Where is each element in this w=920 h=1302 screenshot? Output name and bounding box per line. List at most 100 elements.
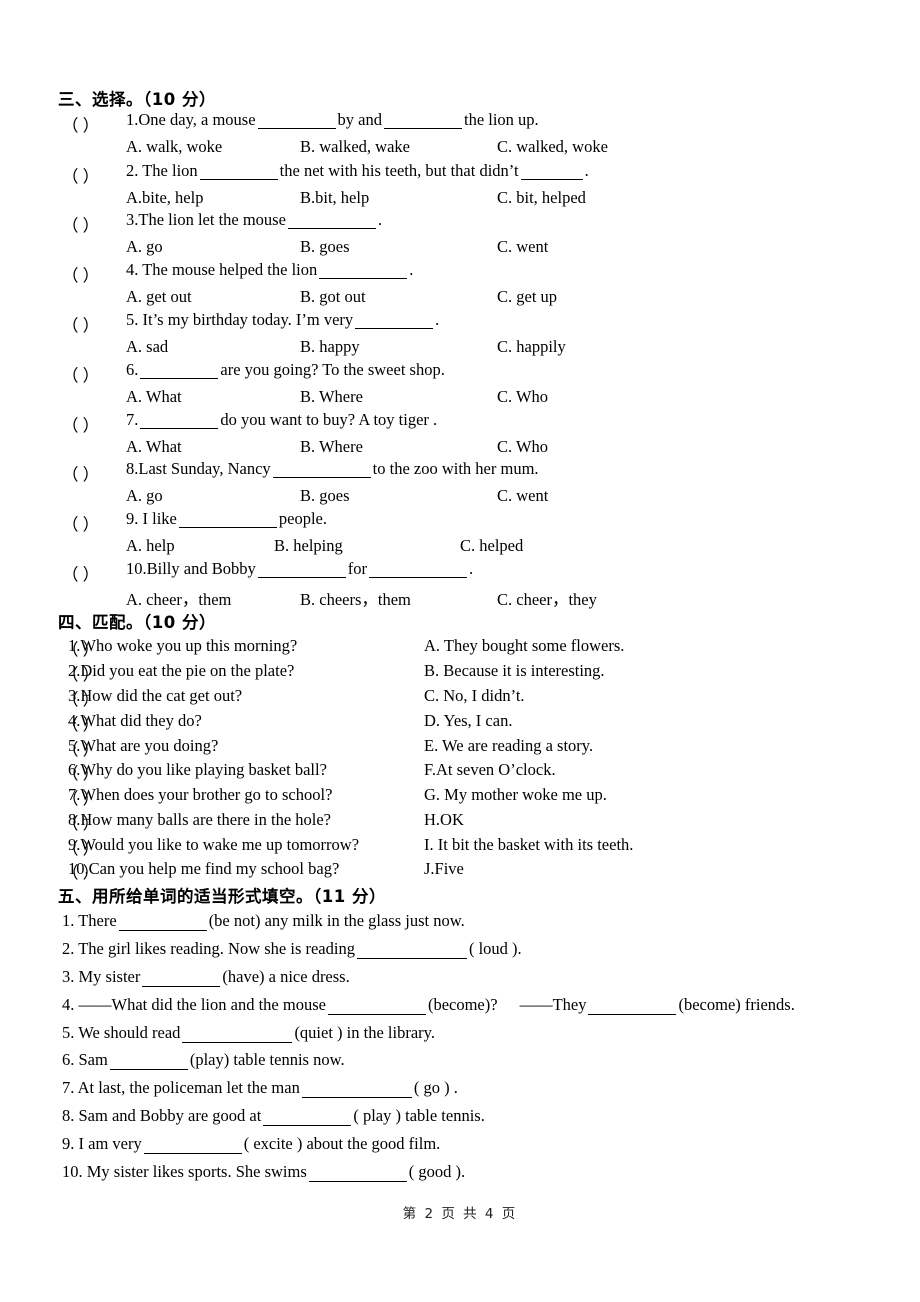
match-answer[interactable]: E. We are reading a story. xyxy=(424,736,593,756)
option-c[interactable]: C. went xyxy=(497,486,548,506)
option-a[interactable]: A. cheer，them xyxy=(126,586,231,610)
match-answer[interactable]: G. My mother woke me up. xyxy=(424,785,607,805)
blank[interactable] xyxy=(588,998,677,1015)
blank[interactable] xyxy=(383,112,462,129)
stem-post: to the zoo with her mum. xyxy=(372,459,539,479)
match-question: 5.What are you doing? xyxy=(68,736,219,755)
fill-post: ( loud ). xyxy=(468,939,522,958)
fill-item: 1. There (be not) any milk in the glass j… xyxy=(62,911,465,931)
stem-pre: 5. It’s my birthday today. I’m very xyxy=(126,310,354,330)
fill-item: 3. My sister (have) a nice dress. xyxy=(62,967,350,987)
option-b[interactable]: B. walked, wake xyxy=(300,137,410,157)
option-c[interactable]: C. happily xyxy=(497,337,566,357)
fill-item: 4. ——What did the lion and the mouse (bec… xyxy=(62,995,795,1015)
option-c[interactable]: C. went xyxy=(497,237,548,257)
match-answer[interactable]: D. Yes, I can. xyxy=(424,711,512,731)
stem-pre: 6. xyxy=(126,360,139,380)
match-answer[interactable]: I. It bit the basket with its teeth. xyxy=(424,835,633,855)
blank[interactable] xyxy=(143,1137,242,1154)
option-a[interactable]: A. get out xyxy=(126,287,192,307)
option-b[interactable]: B. happy xyxy=(300,337,360,357)
answer-bracket[interactable]: （ ） xyxy=(62,312,99,336)
fill-post: ( go ) . xyxy=(413,1078,458,1097)
blank[interactable] xyxy=(118,914,207,931)
fill-post: (have) a nice dress. xyxy=(222,967,350,986)
answer-bracket[interactable]: （ ） xyxy=(62,163,99,187)
question-stem: 9. I like people. xyxy=(126,510,327,528)
blank[interactable] xyxy=(199,163,278,180)
fill-pre: 8. Sam and Bobby are good at xyxy=(62,1106,262,1125)
option-a[interactable]: A. What xyxy=(126,437,182,457)
stem-post: . xyxy=(584,161,589,181)
blank[interactable] xyxy=(355,312,434,329)
answer-bracket[interactable]: （ ） xyxy=(62,412,99,436)
option-b[interactable]: B.bit, help xyxy=(300,188,369,208)
option-b[interactable]: B. goes xyxy=(300,486,350,506)
stem-pre: 1.One day, a mouse xyxy=(126,110,256,130)
option-a[interactable]: A.bite, help xyxy=(126,188,203,208)
option-c[interactable]: C. get up xyxy=(497,287,557,307)
blank[interactable] xyxy=(520,163,583,180)
blank[interactable] xyxy=(327,998,426,1015)
blank[interactable] xyxy=(319,262,408,279)
blank[interactable] xyxy=(257,112,336,129)
answer-bracket[interactable]: （ ） xyxy=(62,461,99,485)
answer-bracket[interactable]: （ ） xyxy=(62,561,99,585)
match-answer[interactable]: B. Because it is interesting. xyxy=(424,661,605,681)
answer-bracket[interactable]: （ ） xyxy=(62,511,99,535)
match-answer[interactable]: H.OK xyxy=(424,810,464,830)
match-answer[interactable]: A. They bought some flowers. xyxy=(424,636,624,656)
option-a[interactable]: A. What xyxy=(126,387,182,407)
match-question: 3.How did the cat get out? xyxy=(68,686,243,705)
option-b[interactable]: B. Where xyxy=(300,387,363,407)
fill-post: (play) table tennis now. xyxy=(189,1050,345,1069)
match-answer[interactable]: J.Five xyxy=(424,859,464,879)
option-a[interactable]: A. walk, woke xyxy=(126,137,222,157)
question-stem: 5. It’s my birthday today. I’m very. xyxy=(126,310,439,330)
option-a[interactable]: A. help xyxy=(126,536,175,556)
fill-pre: 3. My sister xyxy=(62,967,141,986)
fill-pre: 1. There xyxy=(62,911,117,930)
question-stem: 1.One day, a mouse by and the lion up. xyxy=(126,110,539,130)
blank[interactable] xyxy=(308,1165,407,1182)
blank[interactable] xyxy=(140,362,219,379)
answer-bracket[interactable]: （ ） xyxy=(62,112,99,136)
question-stem: 6. are you going? To the sweet shop. xyxy=(126,360,445,380)
option-c[interactable]: C. helped xyxy=(460,536,523,556)
option-c[interactable]: C. Who xyxy=(497,437,548,457)
blank[interactable] xyxy=(356,942,467,959)
fill-item: 7. At last, the policeman let the man ( g… xyxy=(62,1078,458,1098)
match-answer[interactable]: F.At seven O’clock. xyxy=(424,760,556,780)
blank[interactable] xyxy=(368,561,467,578)
blank[interactable] xyxy=(263,1109,352,1126)
blank[interactable] xyxy=(272,461,371,478)
option-c[interactable]: C. cheer，they xyxy=(497,586,597,610)
option-b[interactable]: B. Where xyxy=(300,437,363,457)
answer-bracket[interactable]: （ ） xyxy=(62,212,99,236)
blank[interactable] xyxy=(140,412,219,429)
blank[interactable] xyxy=(301,1081,412,1098)
answer-bracket[interactable]: （ ） xyxy=(62,362,99,386)
option-b[interactable]: B. got out xyxy=(300,287,366,307)
blank[interactable] xyxy=(257,561,346,578)
stem-mid: for xyxy=(347,559,367,579)
blank[interactable] xyxy=(287,212,376,229)
answer-bracket[interactable]: （ ） xyxy=(62,262,99,286)
blank[interactable] xyxy=(182,1026,293,1043)
option-b[interactable]: B. helping xyxy=(274,536,343,556)
option-a[interactable]: A. go xyxy=(126,237,163,257)
option-c[interactable]: C. Who xyxy=(497,387,548,407)
option-a[interactable]: A. sad xyxy=(126,337,168,357)
blank[interactable] xyxy=(109,1053,188,1070)
option-a[interactable]: A. go xyxy=(126,486,163,506)
option-c[interactable]: C. walked, woke xyxy=(497,137,608,157)
match-answer[interactable]: C. No, I didn’t. xyxy=(424,686,525,706)
option-b[interactable]: B. goes xyxy=(300,237,350,257)
section-heading-4: 四、匹配。（10 分） xyxy=(58,613,216,632)
blank[interactable] xyxy=(178,511,277,528)
fill-pre: 6. Sam xyxy=(62,1050,108,1069)
option-c[interactable]: C. bit, helped xyxy=(497,188,586,208)
blank[interactable] xyxy=(142,970,221,987)
option-b[interactable]: B. cheers，them xyxy=(300,586,411,610)
question-stem: 4. The mouse helped the lion. xyxy=(126,261,413,279)
